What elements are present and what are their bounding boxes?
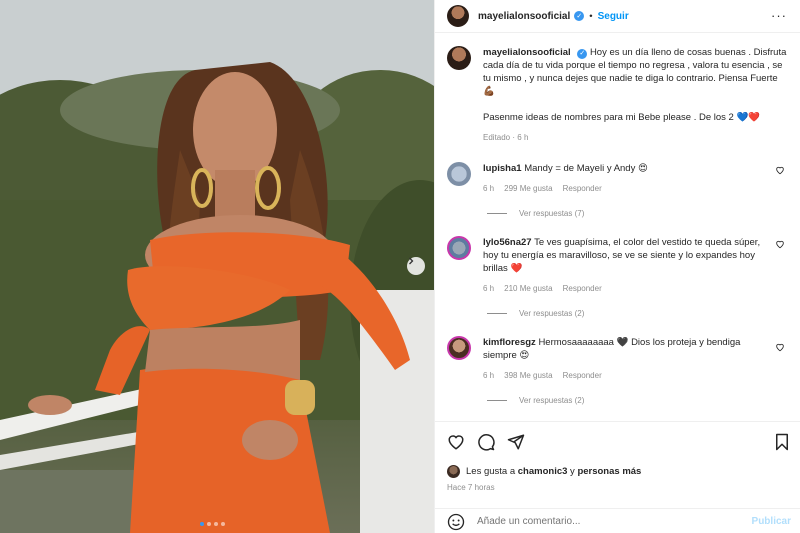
next-image-button[interactable] [407, 257, 425, 275]
comment-likes[interactable]: 299 Me gusta [504, 182, 552, 195]
edited-label: Editado [483, 133, 511, 142]
username-link[interactable]: mayelialonsooficial [478, 11, 570, 22]
comment-time: 6 h [483, 284, 495, 293]
reply-button[interactable]: Responder [563, 282, 602, 295]
comment-time: 6 h [483, 184, 495, 193]
avatar[interactable] [447, 465, 460, 478]
chevron-right-icon [409, 257, 414, 265]
caption-meta: Editado · 6 h [483, 131, 788, 144]
comment-time: 6 h [483, 371, 495, 380]
like-icon[interactable] [447, 433, 465, 451]
comment-username[interactable]: lylo56na27 [483, 237, 532, 248]
post-details-panel: mayelialonsooficial ✓ • Seguir ··· mayel… [434, 0, 800, 533]
view-replies-label[interactable]: Ver respuestas (7) [519, 209, 584, 218]
avatar[interactable] [447, 5, 469, 27]
add-comment-bar: Publicar [435, 508, 800, 533]
view-replies-button[interactable]: Ver respuestas (2) [487, 309, 584, 318]
caption-time: 6 h [517, 133, 529, 142]
carousel-dot [200, 522, 204, 526]
view-replies-label[interactable]: Ver respuestas (2) [519, 396, 584, 405]
replies-line [487, 313, 507, 314]
caption-text-2: Pasenme ideas de nombres para mi Bebe pl… [483, 112, 761, 123]
carousel-indicator [200, 522, 225, 526]
more-options-icon[interactable]: ··· [771, 8, 787, 23]
liker-username[interactable]: chamonic3 [518, 466, 568, 477]
follow-button[interactable]: Seguir [598, 11, 629, 22]
like-comment-icon[interactable] [775, 239, 785, 249]
post-caption: mayelialonsooficial ✓ Hoy es un día llen… [447, 46, 792, 144]
publish-button[interactable]: Publicar [752, 516, 791, 527]
view-replies-label[interactable]: Ver respuestas (2) [519, 309, 584, 318]
emoji-icon[interactable] [447, 513, 465, 531]
like-comment-icon[interactable] [775, 342, 785, 352]
likes-conj: y [570, 466, 575, 477]
comment-icon[interactable] [477, 433, 495, 451]
comment-username[interactable]: lupisha1 [483, 163, 522, 174]
post-photo [0, 0, 434, 533]
caption-username[interactable]: mayelialonsooficial [483, 47, 571, 58]
comment-likes[interactable]: 398 Me gusta [504, 369, 552, 382]
post-actions: Les gusta a chamonic3 y personas más Hac… [435, 421, 800, 533]
verified-badge-icon: ✓ [577, 48, 588, 59]
avatar[interactable] [447, 236, 471, 260]
carousel-dot [214, 522, 218, 526]
avatar[interactable] [447, 336, 471, 360]
share-icon[interactable] [507, 433, 525, 451]
verified-badge-icon: ✓ [574, 11, 585, 21]
comment-input[interactable] [477, 516, 752, 527]
likes-prefix: Les gusta a [466, 466, 516, 477]
comment-text: Mandy = de Mayeli y Andy 😍 [524, 163, 648, 174]
post-image[interactable] [0, 0, 434, 533]
post-header: mayelialonsooficial ✓ • Seguir ··· [435, 0, 800, 33]
comment-likes[interactable]: 210 Me gusta [504, 282, 552, 295]
avatar[interactable] [447, 162, 471, 186]
likes-others-link[interactable]: personas más [577, 466, 641, 477]
save-bookmark-icon[interactable] [773, 433, 791, 451]
comment-item: lylo56na27 Te ves guapísima, el color de… [447, 236, 792, 295]
reply-button[interactable]: Responder [563, 369, 602, 382]
separator: • [589, 10, 593, 22]
like-comment-icon[interactable] [775, 165, 785, 175]
likes-summary: Les gusta a chamonic3 y personas más [447, 465, 641, 478]
carousel-dot [207, 522, 211, 526]
carousel-dot [221, 522, 225, 526]
comment-username[interactable]: kimfloresgz [483, 337, 536, 348]
replies-line [487, 400, 507, 401]
view-replies-button[interactable]: Ver respuestas (2) [487, 396, 584, 405]
reply-button[interactable]: Responder [563, 182, 602, 195]
post-timestamp[interactable]: Hace 7 horas [447, 483, 495, 492]
view-replies-button[interactable]: Ver respuestas (7) [487, 209, 584, 218]
comment-item: kimfloresgz Hermosaaaaaaaa 🖤 Dios los pr… [447, 336, 792, 382]
comment-item: lupisha1 Mandy = de Mayeli y Andy 😍 6 h … [447, 162, 792, 195]
replies-line [487, 213, 507, 214]
avatar[interactable] [447, 46, 471, 70]
